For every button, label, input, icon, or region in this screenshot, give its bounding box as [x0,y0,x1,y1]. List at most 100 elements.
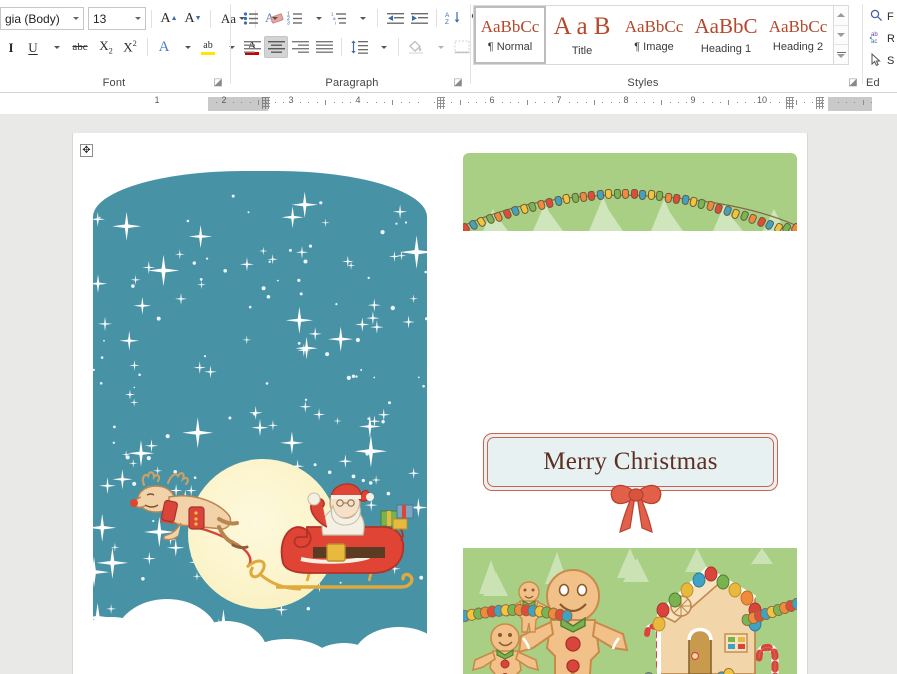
style-title-preview: A a B [553,12,611,40]
shrink-font-button[interactable]: A ▼ [181,8,205,30]
ruler-tick-8: 8 [623,95,629,105]
change-case-icon: Aa [220,11,237,26]
ruler-tick-6: 6 [489,95,495,105]
text-effects-button[interactable]: A [153,36,175,58]
align-left-button[interactable] [240,36,264,58]
style-heading-1-preview: AaBbC [694,13,758,38]
light-bulb [697,198,707,210]
right-card-title: Merry Christmas [543,448,718,475]
green-banner [463,153,797,231]
decrease-indent-icon [386,12,404,24]
styles-scroll-up-button[interactable] [834,6,848,26]
grow-font-button[interactable]: A ▲ [157,8,181,30]
center-tab-marker[interactable] [437,97,445,109]
font-name-combo[interactable]: gia (Body) [0,7,84,30]
multilevel-list-dropdown-arrow[interactable] [350,7,372,29]
style-image[interactable]: AaBbCc ¶ Image [618,6,690,64]
style-heading-2[interactable]: AaBbCc Heading 2 [762,6,834,64]
left-indent-marker[interactable] [262,97,270,109]
numbering-icon: 1 2 3 [287,12,302,25]
light-bulb [561,193,572,205]
find-button[interactable]: F [868,6,894,28]
christmas-card-right[interactable]: Merry Christmas [463,153,797,674]
justify-icon [315,41,333,53]
font-size-combo[interactable]: 13 [88,7,146,30]
santa-sleigh-scene [130,471,414,591]
style-title-label: Title [571,44,593,57]
document-workspace[interactable]: ✥ Merry Christmas [0,115,897,674]
ruler-tick-9: 9 [690,95,696,105]
font-dialog-launcher[interactable]: ◪ [212,77,224,89]
table-move-handle[interactable]: ✥ [80,144,93,157]
bold-icon: I [8,39,14,55]
right-indent-marker[interactable] [786,97,794,109]
underline-dropdown-arrow[interactable] [44,36,66,58]
right-margin-marker[interactable] [816,97,824,109]
style-heading-1[interactable]: AaBbC Heading 1 [690,6,762,64]
light-bulb [630,189,638,200]
styles-scroll-down-button[interactable] [834,26,848,46]
superscript-button[interactable]: X2 [118,36,142,58]
font-size-dropdown-arrow[interactable] [130,8,145,29]
highlight-color-button[interactable]: ab [197,36,219,58]
grow-font-icon: A [160,10,171,26]
text-effects-dropdown-arrow[interactable] [175,36,197,58]
font-name-dropdown-arrow[interactable] [68,8,83,29]
justify-button[interactable] [312,36,336,58]
reindeer [130,471,249,550]
light-bulb [663,192,673,203]
style-title[interactable]: A a B Title [546,6,618,64]
bullets-dropdown-arrow[interactable] [262,7,284,29]
christmas-card-left[interactable]: Merry Christmas [93,171,427,674]
styles-more-button[interactable] [834,45,848,64]
styles-dialog-launcher[interactable]: ◪ [847,77,859,89]
document-page[interactable]: ✥ Merry Christmas [72,133,808,674]
style-image-label: ¶ Image [634,40,674,53]
style-normal[interactable]: AaBbCc ¶ Normal [474,6,546,64]
chevron-down-icon [837,33,845,37]
light-bulb [570,192,580,204]
highlight-icon: ab [203,39,213,51]
svg-text:i: i [335,21,336,26]
replace-button[interactable]: ab ac R [868,28,895,50]
underline-button[interactable]: U [22,36,44,58]
font-size-value: 13 [93,11,107,26]
text-effects-icon: A [158,38,170,55]
style-normal-preview: AaBbCc [480,16,540,36]
strikethrough-button[interactable]: abc [66,36,94,58]
align-right-icon [291,41,309,53]
style-image-preview: AaBbCc [624,16,684,36]
light-bulb [680,194,690,207]
borders-icon [454,40,470,54]
decrease-indent-button[interactable] [383,7,407,29]
superscript-icon: X2 [123,39,137,55]
shading-dropdown-arrow[interactable] [428,36,450,58]
styles-gallery-scrollbar[interactable] [833,5,849,65]
shading-button[interactable] [404,36,428,58]
banner-light-bulbs [463,153,797,231]
numbering-button[interactable]: 1 2 3 [284,7,306,29]
bullets-button[interactable] [240,7,262,29]
subscript-button[interactable]: X2 [94,36,118,58]
line-spacing-icon [351,40,368,54]
ribbon-group-paragraph: 1 2 3 1 a i A Z Paragraph ◪ [236,0,490,92]
multilevel-list-button[interactable]: 1 a i [328,7,350,29]
align-center-button[interactable] [264,36,288,58]
ruler-left-margin [208,97,268,111]
select-button[interactable]: S [868,50,894,72]
strikethrough-icon: abc [72,40,88,53]
bullets-icon [243,12,258,25]
ruler-tick-7: 7 [556,95,562,105]
numbering-dropdown-arrow[interactable] [306,7,328,29]
ribbon-group-styles: AaBbCc ¶ Normal A a B Title AaBbCc ¶ Ima… [473,0,861,92]
sort-button[interactable]: A Z [442,7,464,29]
line-spacing-dropdown-arrow[interactable] [371,36,393,58]
horizontal-ruler[interactable]: 1 2 3 4 6 7 8 9 10 [0,93,897,115]
ribbon-group-font: gia (Body) 13 A ▲ A ▼ Aa I U abc X2 X2 A… [0,0,284,92]
increase-indent-button[interactable] [407,7,431,29]
light-bulb [638,189,647,200]
align-right-button[interactable] [288,36,312,58]
bold-button[interactable]: I [0,36,22,58]
line-spacing-button[interactable] [347,36,371,58]
ruler-right-margin [828,97,872,111]
